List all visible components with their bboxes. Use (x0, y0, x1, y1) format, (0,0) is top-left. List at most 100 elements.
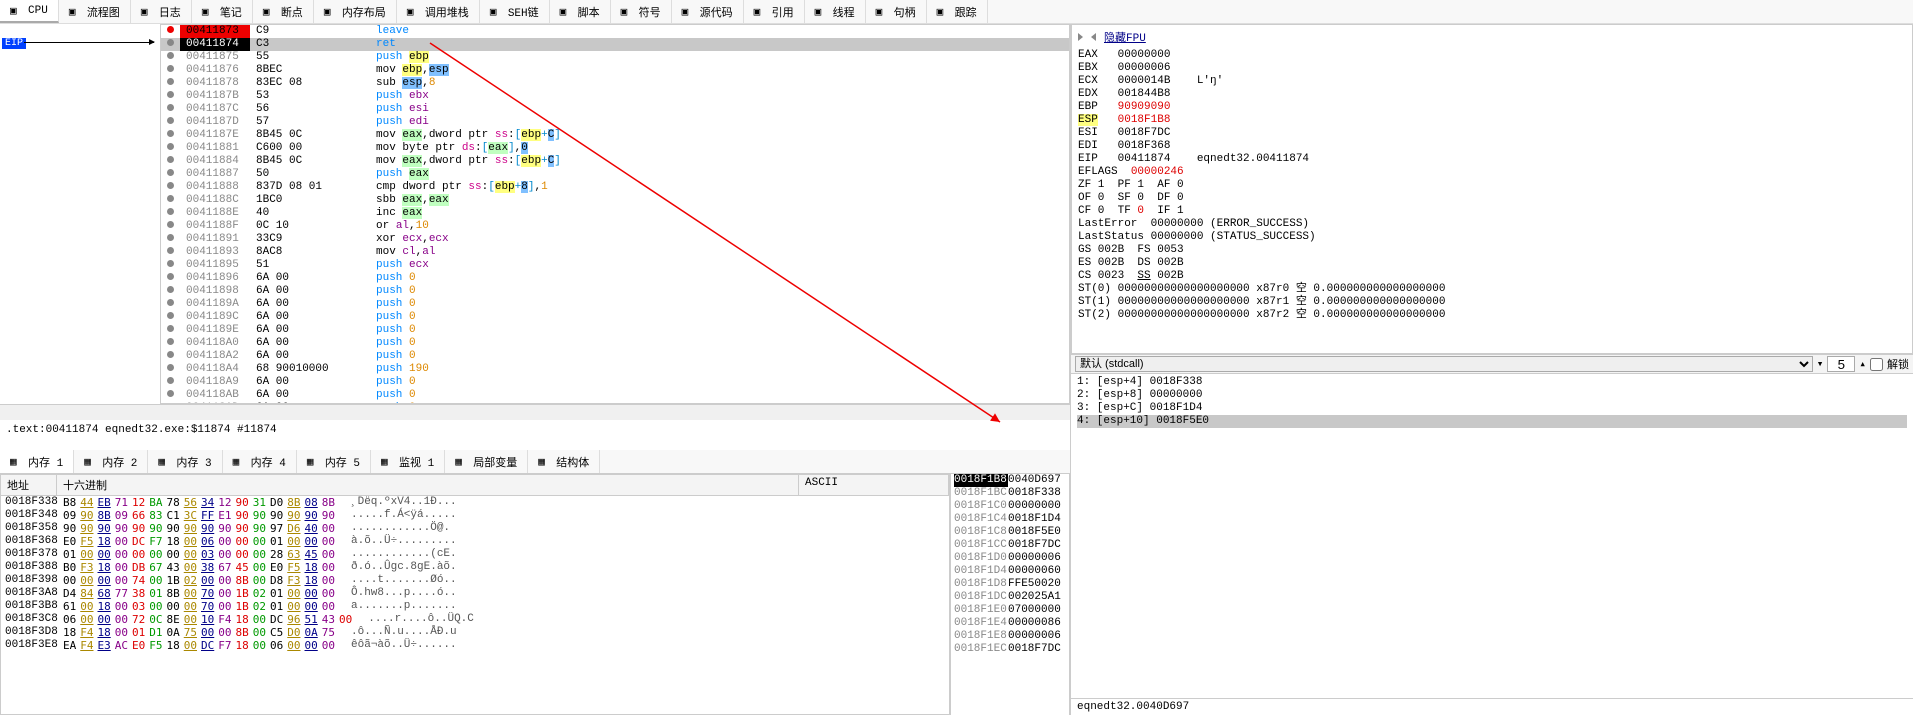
stack-row[interactable]: 0018F1BC0018F338 (951, 487, 1069, 500)
memtab-内存 1[interactable]: ▦内存 1 (0, 450, 74, 473)
hex-row[interactable]: 0018F3980000000074001B0200008B00D8F31800… (1, 574, 949, 587)
stack-row[interactable]: 0018F1DC002025A1 (951, 591, 1069, 604)
disasm-row[interactable]: 0041189E6A 00push 0 (161, 324, 1069, 337)
convention-select[interactable]: 默认 (stdcall) (1075, 356, 1813, 372)
breakpoint-dot[interactable] (167, 338, 174, 345)
register-line[interactable]: EDI 0018F368 (1078, 140, 1906, 153)
breakpoint-dot[interactable] (167, 52, 174, 59)
disasm-row[interactable]: 00411873C9leave (161, 25, 1069, 38)
stack-row[interactable]: 0018F1D000000006 (951, 552, 1069, 565)
breakpoint-dot[interactable] (167, 208, 174, 215)
registers-panel[interactable]: 隐藏FPU EAX 00000000EBX 00000006ECX 000001… (1071, 24, 1913, 354)
disasm-row[interactable]: 0041187883EC 08sub esp,8 (161, 77, 1069, 90)
breakpoint-dot[interactable] (167, 234, 174, 241)
breakpoint-dot[interactable] (167, 299, 174, 306)
hex-header-ascii[interactable]: ASCII (799, 475, 949, 495)
tab-日志[interactable]: ▣日志 (131, 0, 192, 23)
memtab-内存 4[interactable]: ▦内存 4 (223, 450, 297, 473)
memtab-内存 5[interactable]: ▦内存 5 (297, 450, 371, 473)
spin-down-icon[interactable]: ▾ (1817, 357, 1824, 371)
register-line[interactable]: ST(1) 00000000000000000000 x87r1 空 0.000… (1078, 296, 1906, 309)
hex-row[interactable]: 0018F338B844EB7112BA785634129031D08B088B… (1, 496, 949, 509)
arg-line[interactable]: 3: [esp+C] 0018F1D4 (1077, 402, 1907, 415)
disasm-row[interactable]: 0041188C1BC0sbb eax,eax (161, 194, 1069, 207)
disasm-row[interactable]: 004118A26A 00push 0 (161, 350, 1069, 363)
disasm-row[interactable]: 004118966A 00push 0 (161, 272, 1069, 285)
stack-row[interactable]: 0018F1CC0018F7DC (951, 539, 1069, 552)
memtab-内存 2[interactable]: ▦内存 2 (74, 450, 148, 473)
register-line[interactable]: EBP 90909090 (1078, 101, 1906, 114)
stack-row[interactable]: 0018F1C40018F1D4 (951, 513, 1069, 526)
tab-源代码[interactable]: ▣源代码 (672, 0, 744, 23)
hex-row[interactable]: 0018F368E0F51800DCF718000600000001000000… (1, 535, 949, 548)
stack-row[interactable]: 0018F1C80018F5E0 (951, 526, 1069, 539)
disasm-row[interactable]: 0041188F0C 10or al,10 (161, 220, 1069, 233)
disasm-row[interactable]: 004118AB6A 00push 0 (161, 389, 1069, 402)
stack-row[interactable]: 0018F1B80040D697 (951, 474, 1069, 487)
chevron-left-icon[interactable] (1091, 33, 1096, 41)
hex-header-addr[interactable]: 地址 (1, 475, 57, 495)
arg-line[interactable]: 4: [esp+10] 0018F5E0 (1077, 415, 1907, 428)
register-line[interactable]: ZF 1 PF 1 AF 0 (1078, 179, 1906, 192)
disasm-row[interactable]: 0041188E40inc eax (161, 207, 1069, 220)
disasm-row[interactable]: 004118938AC8mov cl,al (161, 246, 1069, 259)
breakpoint-dot[interactable] (167, 377, 174, 384)
breakpoint-dot[interactable] (167, 156, 174, 163)
tab-CPU[interactable]: ▣CPU (0, 0, 59, 23)
tab-脚本[interactable]: ▣脚本 (550, 0, 611, 23)
memtab-结构体[interactable]: ▦结构体 (528, 450, 600, 473)
hex-row[interactable]: 0018F3B8610018000300000070001B0201000000… (1, 600, 949, 613)
register-line[interactable]: OF 0 SF 0 DF 0 (1078, 192, 1906, 205)
arguments-panel[interactable]: 1: [esp+4] 0018F3382: [esp+8] 000000003:… (1071, 374, 1913, 698)
hex-dump-panel[interactable]: 地址 十六进制 ASCII 0018F338B844EB7112BA785634… (0, 474, 950, 715)
lock-checkbox[interactable] (1870, 358, 1883, 371)
breakpoint-dot[interactable] (167, 312, 174, 319)
expression-panel[interactable]: eqnedt32.0040D697 (1071, 698, 1913, 715)
memtab-监视 1[interactable]: ▦监视 1 (371, 450, 445, 473)
breakpoint-dot[interactable] (167, 169, 174, 176)
disasm-row[interactable]: 004118986A 00push 0 (161, 285, 1069, 298)
tab-笔记[interactable]: ▣笔记 (192, 0, 253, 23)
register-line[interactable]: ST(0) 00000000000000000000 x87r0 空 0.000… (1078, 283, 1906, 296)
breakpoint-dot[interactable] (167, 390, 174, 397)
stack-row[interactable]: 0018F1E800000006 (951, 630, 1069, 643)
breakpoint-dot[interactable] (167, 195, 174, 202)
breakpoint-dot[interactable] (167, 364, 174, 371)
hide-fpu-link[interactable]: 隐藏FPU (1104, 29, 1146, 45)
register-line[interactable]: GS 002B FS 0053 (1078, 244, 1906, 257)
disassembly-panel[interactable]: 00411873C9leave00411874C3ret0041187555pu… (160, 24, 1070, 404)
tab-线程[interactable]: ▣线程 (805, 0, 866, 23)
disasm-row[interactable]: 0041187E8B45 0Cmov eax,dword ptr ss:[ebp… (161, 129, 1069, 142)
tab-引用[interactable]: ▣引用 (744, 0, 805, 23)
breakpoint-dot[interactable] (167, 247, 174, 254)
register-line[interactable]: EDX 001844B8 (1078, 88, 1906, 101)
disasm-row[interactable]: 004118A468 90010000push 190 (161, 363, 1069, 376)
hex-row[interactable]: 0018F3C806000000720C8E0010F41800DC965143… (1, 613, 949, 626)
disasm-row[interactable]: 0041189A6A 00push 0 (161, 298, 1069, 311)
breakpoint-dot[interactable] (167, 104, 174, 111)
hex-row[interactable]: 0018F3E8EAF4E3ACE0F51800DCF7180006000000… (1, 639, 949, 652)
breakpoint-dot[interactable] (167, 117, 174, 124)
tab-内存布局[interactable]: ▣内存布局 (314, 0, 397, 23)
disasm-row[interactable]: 0041189133C9xor ecx,ecx (161, 233, 1069, 246)
tab-流程图[interactable]: ▣流程图 (59, 0, 131, 23)
stack-row[interactable]: 0018F1EC0018F7DC (951, 643, 1069, 656)
register-line[interactable]: ES 002B DS 002B (1078, 257, 1906, 270)
hex-row[interactable]: 0018F34809908B096683C13CFFE1909090909090… (1, 509, 949, 522)
register-line[interactable]: CF 0 TF 0 IF 1 (1078, 205, 1906, 218)
arg-line[interactable]: 2: [esp+8] 00000000 (1077, 389, 1907, 402)
disasm-row[interactable]: 0041187D57push edi (161, 116, 1069, 129)
disasm-row[interactable]: 004118A96A 00push 0 (161, 376, 1069, 389)
arg-count-input[interactable] (1827, 356, 1855, 372)
breakpoint-dot[interactable] (167, 143, 174, 150)
tab-符号[interactable]: ▣符号 (611, 0, 672, 23)
memtab-局部变量[interactable]: ▦局部变量 (445, 450, 528, 473)
breakpoint-dot[interactable] (167, 286, 174, 293)
breakpoint-dot[interactable] (167, 65, 174, 72)
disasm-row[interactable]: 004118A06A 00push 0 (161, 337, 1069, 350)
hex-row[interactable]: 0018F3D818F4180001D10A7500008B00C5D00A75… (1, 626, 949, 639)
register-line[interactable]: EBX 00000006 (1078, 62, 1906, 75)
hex-row[interactable]: 0018F3A8D484687738018B0070001B0201000000… (1, 587, 949, 600)
breakpoint-dot[interactable] (167, 325, 174, 332)
disasm-row[interactable]: 00411874C3ret (161, 38, 1069, 51)
